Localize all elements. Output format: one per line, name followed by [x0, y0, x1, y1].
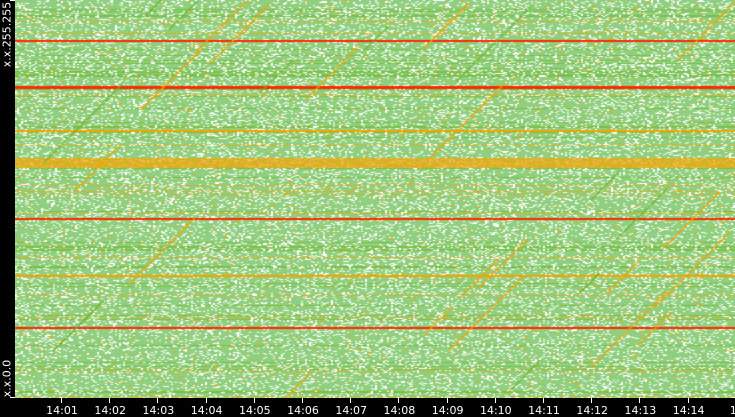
x-tick [494, 398, 496, 403]
x-tick [350, 398, 352, 403]
x-tick-label: 14:10 [479, 404, 512, 417]
y-tick-bottom [10, 397, 15, 398]
x-tick-label: 14:03 [142, 404, 175, 417]
x-tick [591, 398, 593, 403]
x-tick [302, 398, 303, 403]
y-label-top: x.x.255.255 [0, 1, 14, 68]
x-tick [687, 398, 689, 403]
x-tick-label: 14:08 [383, 404, 416, 417]
x-tick [543, 398, 544, 403]
x-tick-label: 14 [729, 404, 735, 417]
heatmap-canvas [15, 0, 735, 398]
x-tick [61, 398, 62, 403]
x-tick-label: 14:11 [528, 404, 560, 417]
x-tick-label: 14:13 [624, 404, 657, 417]
x-tick [157, 398, 159, 403]
x-tick-label: 14:04 [190, 404, 223, 417]
x-tick [253, 398, 255, 403]
x-tick-label: 14:09 [431, 404, 464, 417]
y-tick-top [10, 0, 15, 1]
x-tick-label: 14:06 [287, 404, 319, 417]
x-tick-label: 14:05 [238, 404, 271, 417]
x-tick-label: 14:07 [335, 404, 368, 417]
x-tick-label: 14:02 [94, 404, 127, 417]
x-tick [109, 398, 111, 403]
x-tick [398, 398, 400, 403]
x-tick-label: 14:14 [672, 404, 705, 417]
x-tick-label: 14:12 [576, 404, 609, 417]
x-tick [205, 398, 207, 403]
x-tick-label: 14:01 [46, 404, 78, 417]
y-label-bottom: x.x.0.0 [0, 359, 14, 398]
x-tick [446, 398, 448, 403]
x-tick [639, 398, 641, 403]
